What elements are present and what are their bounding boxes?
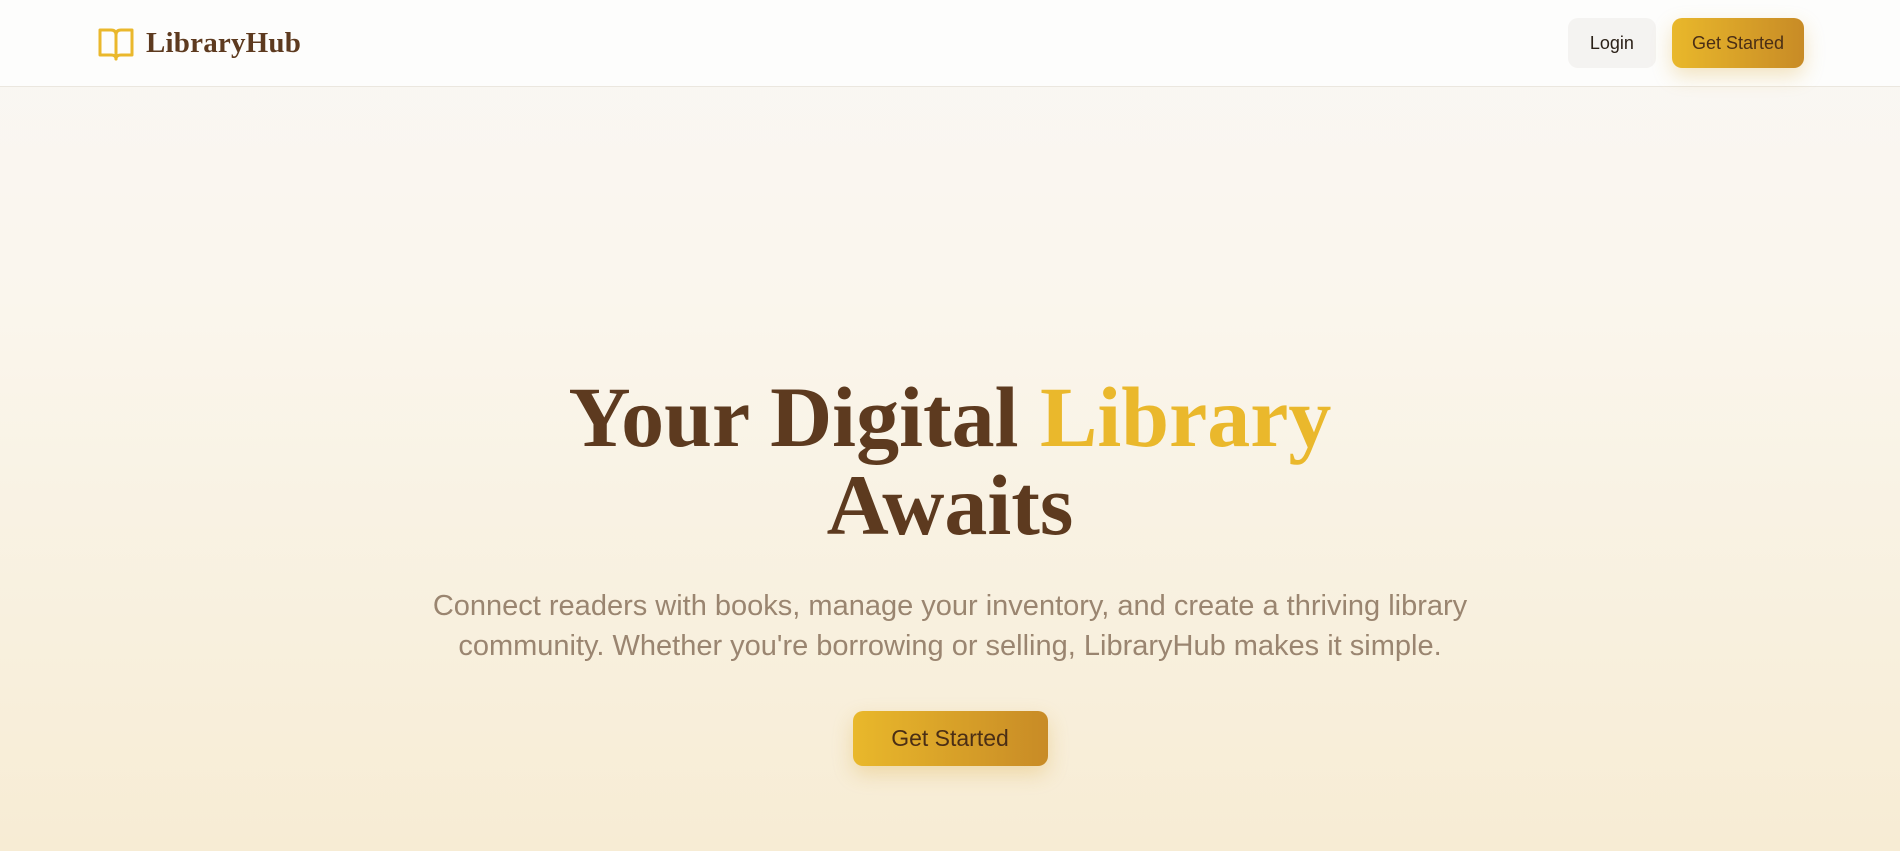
nav-actions: Login Get Started <box>1567 18 1804 68</box>
login-button[interactable]: Login <box>1567 18 1656 68</box>
nav-get-started-button[interactable]: Get Started <box>1671 18 1804 68</box>
open-book-icon <box>96 23 136 63</box>
hero-subtitle: Connect readers with books, manage your … <box>432 590 1468 662</box>
hero-get-started-button[interactable]: Get Started <box>852 711 1048 766</box>
hero-title-part1: Your Digital <box>568 369 1040 465</box>
hero-title-part2: Awaits <box>826 457 1074 553</box>
brand-logo[interactable]: LibraryHub <box>96 23 301 63</box>
hero-title: Your Digital Library Awaits <box>569 373 1332 549</box>
hero-title-accent: Library <box>1040 369 1332 465</box>
top-navbar: LibraryHub Login Get Started <box>0 0 1900 87</box>
brand-name: LibraryHub <box>146 26 302 59</box>
hero-section: Your Digital Library Awaits Connect read… <box>0 87 1900 851</box>
